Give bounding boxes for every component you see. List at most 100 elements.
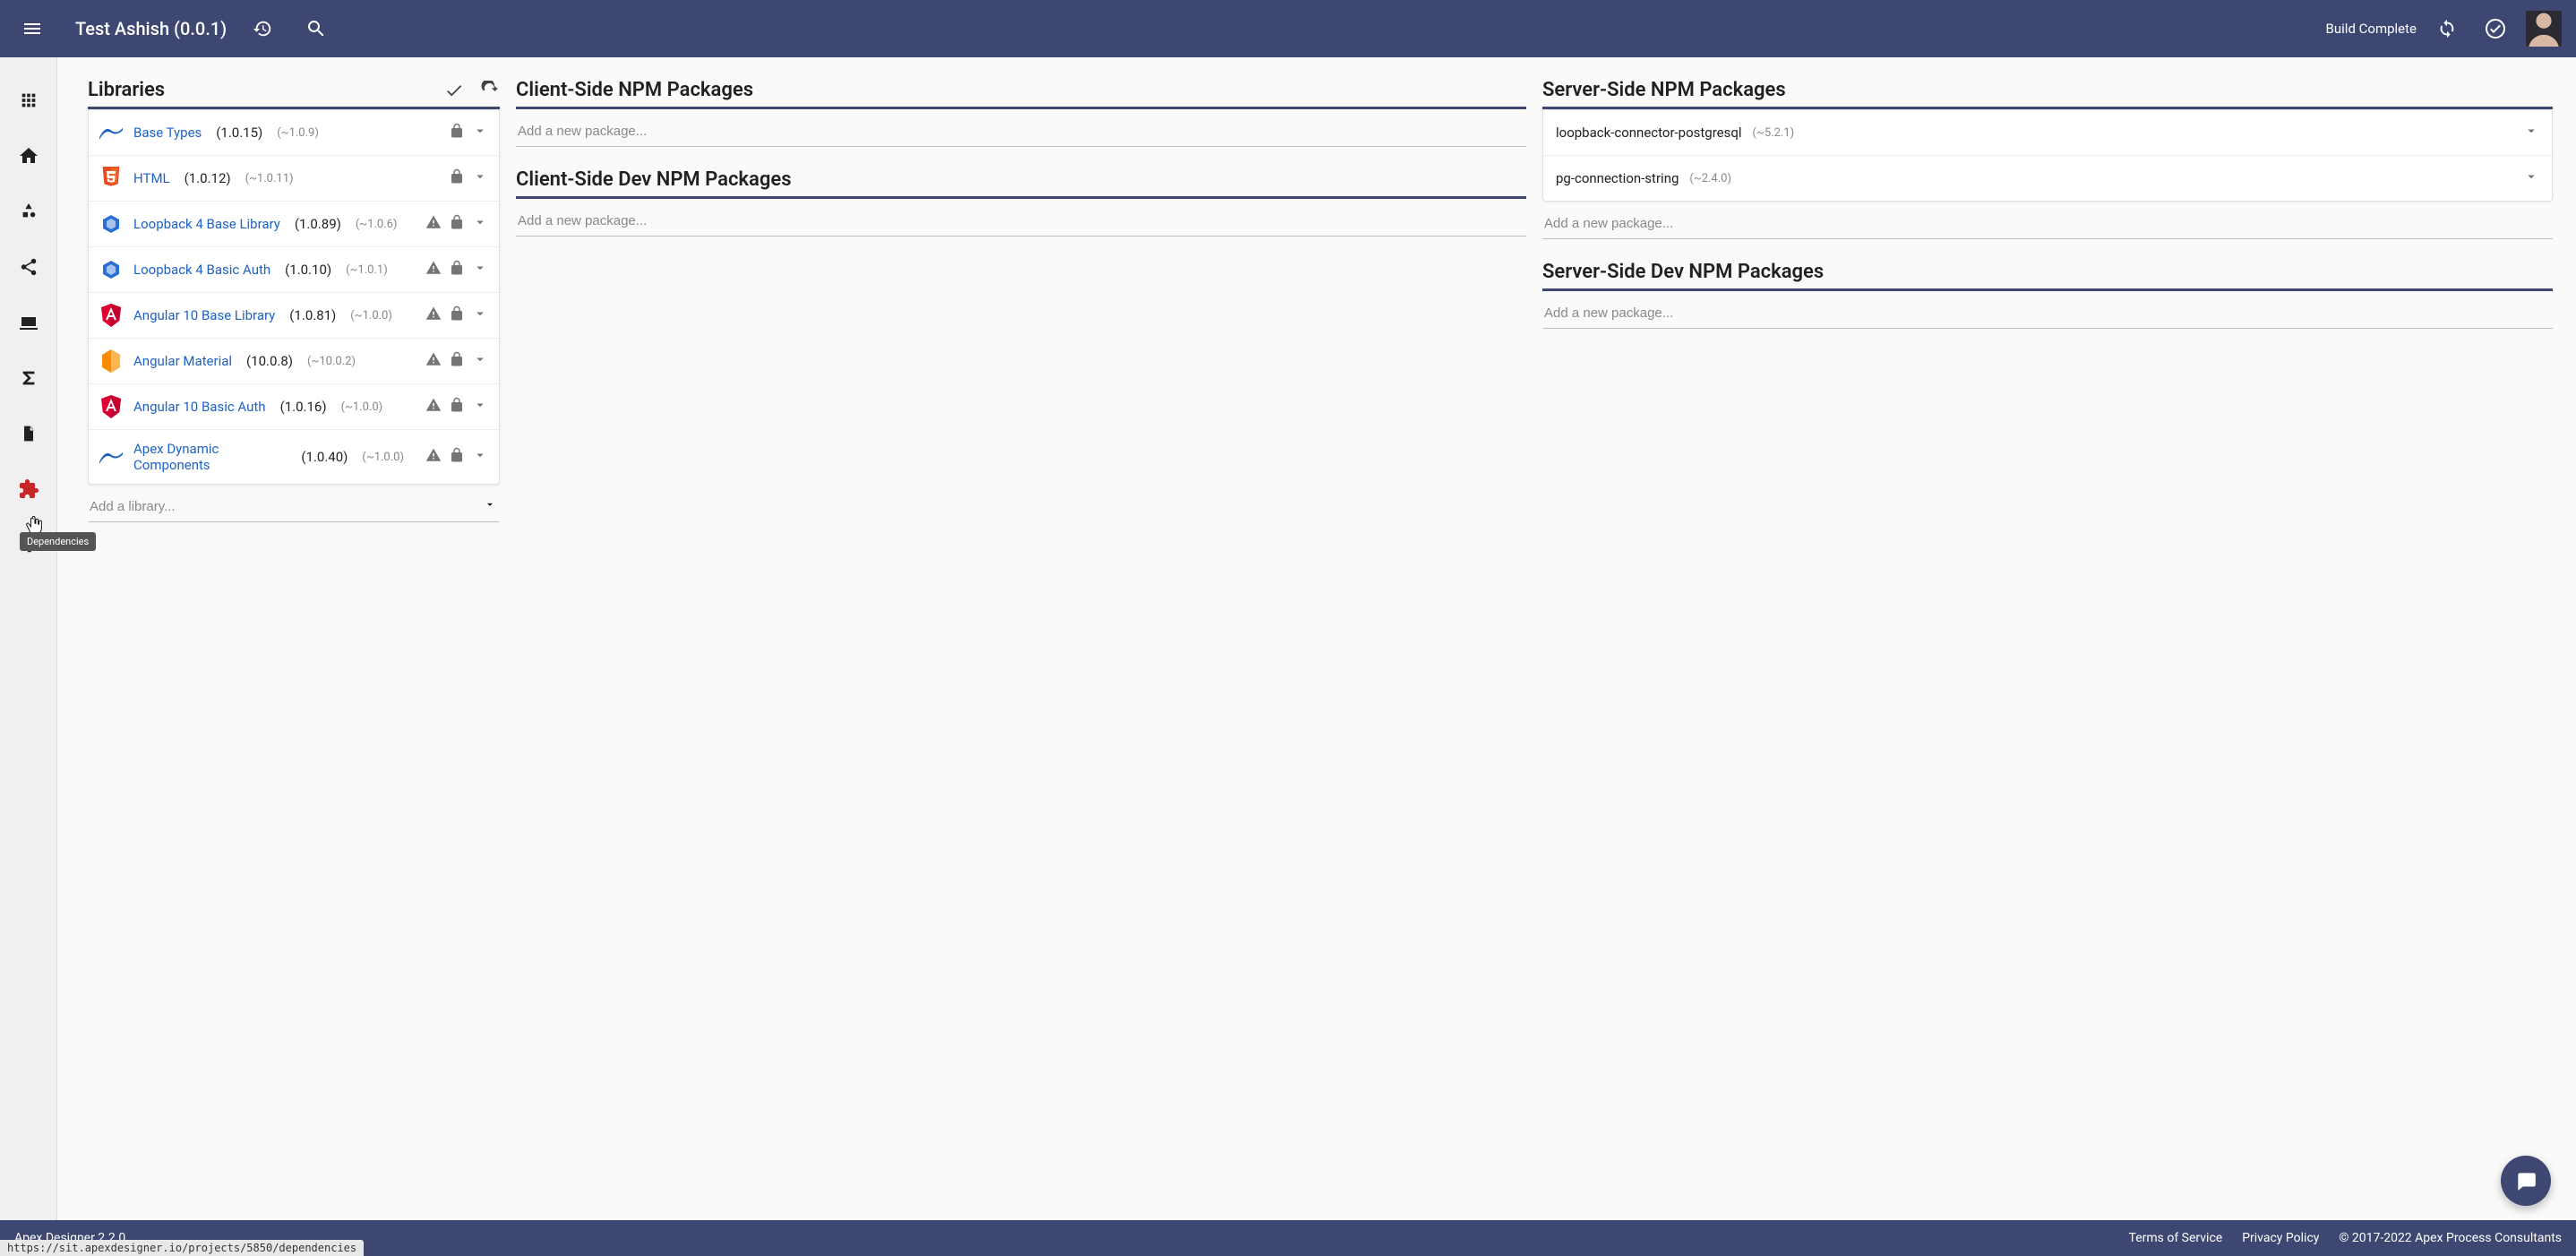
nav-tooltip: Dependencies (20, 532, 96, 551)
apex-icon (99, 445, 123, 469)
history-button[interactable] (245, 11, 280, 47)
warning-icon (425, 305, 442, 325)
footer: Apex Designer 2.2.0 Terms of Service Pri… (0, 1220, 2576, 1256)
sync-button[interactable] (2429, 11, 2465, 47)
lock-icon (449, 397, 465, 417)
nav-rail: Dependencies (0, 57, 57, 1220)
library-range: (~1.0.1) (346, 263, 388, 277)
library-version: (1.0.81) (289, 307, 336, 323)
build-status: Build Complete (2326, 21, 2417, 37)
nav-share[interactable] (11, 249, 47, 285)
expand-button[interactable] (2523, 123, 2539, 142)
lock-icon (449, 214, 465, 234)
library-version: (10.0.8) (246, 353, 293, 369)
lock-icon (449, 305, 465, 325)
angular-icon (99, 304, 123, 327)
expand-button[interactable] (472, 351, 488, 371)
check-circle-button[interactable] (2477, 11, 2513, 47)
library-range: (~1.0.6) (356, 218, 398, 231)
material-icon (99, 349, 123, 373)
library-version: (1.0.16) (280, 399, 327, 415)
add-server-pkg-input[interactable] (1542, 205, 2553, 239)
apex-icon (99, 121, 123, 144)
library-row: Angular 10 Basic Auth (1.0.16) (~1.0.0) (89, 384, 499, 430)
library-range: (~1.0.9) (277, 126, 319, 140)
library-version: (1.0.15) (216, 125, 262, 141)
nav-dependencies[interactable] (11, 471, 47, 507)
library-row: Apex Dynamic Components (1.0.40) (~1.0.0… (89, 430, 499, 484)
library-link[interactable]: HTML (133, 170, 170, 186)
nav-sigma[interactable] (11, 360, 47, 396)
angular-icon (99, 395, 123, 418)
libraries-check-button[interactable] (444, 81, 464, 100)
expand-button[interactable] (472, 214, 488, 234)
add-library-dropdown[interactable] (484, 497, 496, 514)
library-link[interactable]: Loopback 4 Basic Auth (133, 262, 270, 278)
privacy-link[interactable]: Privacy Policy (2242, 1231, 2319, 1245)
html5-icon (99, 167, 123, 190)
library-version: (1.0.89) (295, 216, 341, 232)
library-range: (~1.0.0) (362, 451, 404, 464)
library-row: Loopback 4 Base Library (1.0.89) (~1.0.6… (89, 202, 499, 247)
nav-file[interactable] (11, 416, 47, 452)
lock-icon (449, 351, 465, 371)
library-row: Angular 10 Base Library (1.0.81) (~1.0.0… (89, 293, 499, 339)
warning-icon (425, 214, 442, 234)
expand-button[interactable] (472, 397, 488, 417)
add-library-input[interactable] (88, 488, 500, 522)
package-row: pg-connection-string (~2.4.0) (1543, 156, 2552, 201)
package-name: pg-connection-string (1556, 170, 1679, 186)
expand-button[interactable] (472, 260, 488, 280)
package-row: loopback-connector-postgresql (~5.2.1) (1543, 110, 2552, 156)
copyright: © 2017-2022 Apex Process Consultants (2339, 1231, 2562, 1245)
expand-button[interactable] (472, 305, 488, 325)
nav-laptop[interactable] (11, 305, 47, 340)
nav-home[interactable] (11, 138, 47, 174)
loopback-icon (99, 258, 123, 281)
library-link[interactable]: Loopback 4 Base Library (133, 216, 280, 232)
app-title: Test Ashish (0.0.1) (75, 18, 227, 39)
add-client-pkg-input[interactable] (516, 113, 1526, 147)
lock-icon (449, 447, 465, 467)
library-range: (~1.0.11) (245, 172, 294, 185)
library-row: Base Types (1.0.15) (~1.0.9) (89, 110, 499, 156)
lock-icon (449, 168, 465, 188)
package-version: (~5.2.1) (1753, 126, 1795, 140)
expand-button[interactable] (472, 168, 488, 188)
libraries-refresh-button[interactable] (480, 81, 500, 100)
library-range: (~1.0.0) (341, 400, 383, 414)
library-link[interactable]: Apex Dynamic Components (133, 441, 287, 473)
expand-button[interactable] (2523, 168, 2539, 188)
library-row: Angular Material (10.0.8) (~10.0.2) (89, 339, 499, 384)
search-button[interactable] (298, 11, 334, 47)
library-link[interactable]: Angular 10 Basic Auth (133, 399, 266, 415)
package-version: (~2.4.0) (1689, 172, 1731, 185)
expand-button[interactable] (472, 447, 488, 467)
add-server-dev-pkg-input[interactable] (1542, 295, 2553, 329)
nav-apps[interactable] (11, 82, 47, 118)
menu-button[interactable] (14, 11, 50, 47)
warning-icon (425, 447, 442, 467)
library-link[interactable]: Angular 10 Base Library (133, 307, 275, 323)
server-dev-npm-title: Server-Side Dev NPM Packages (1542, 261, 1824, 283)
user-avatar[interactable] (2526, 11, 2562, 47)
client-npm-title: Client-Side NPM Packages (516, 79, 753, 101)
library-version: (1.0.10) (285, 262, 331, 278)
warning-icon (425, 397, 442, 417)
server-npm-title: Server-Side NPM Packages (1542, 79, 1786, 101)
library-range: (~1.0.0) (350, 309, 392, 323)
library-link[interactable]: Base Types (133, 125, 202, 141)
chat-fab[interactable] (2501, 1156, 2551, 1206)
library-range: (~10.0.2) (307, 355, 356, 368)
library-row: Loopback 4 Basic Auth (1.0.10) (~1.0.1) (89, 247, 499, 293)
client-dev-npm-title: Client-Side Dev NPM Packages (516, 168, 792, 191)
add-client-dev-pkg-input[interactable] (516, 202, 1526, 237)
nav-objects[interactable] (11, 194, 47, 229)
expand-button[interactable] (472, 123, 488, 142)
browser-status-url: https://sit.apexdesigner.io/projects/585… (0, 1240, 364, 1256)
terms-link[interactable]: Terms of Service (2129, 1231, 2223, 1245)
library-link[interactable]: Angular Material (133, 353, 232, 369)
library-row: HTML (1.0.12) (~1.0.11) (89, 156, 499, 202)
libraries-list: Base Types (1.0.15) (~1.0.9) (88, 109, 500, 485)
lock-icon (449, 260, 465, 280)
